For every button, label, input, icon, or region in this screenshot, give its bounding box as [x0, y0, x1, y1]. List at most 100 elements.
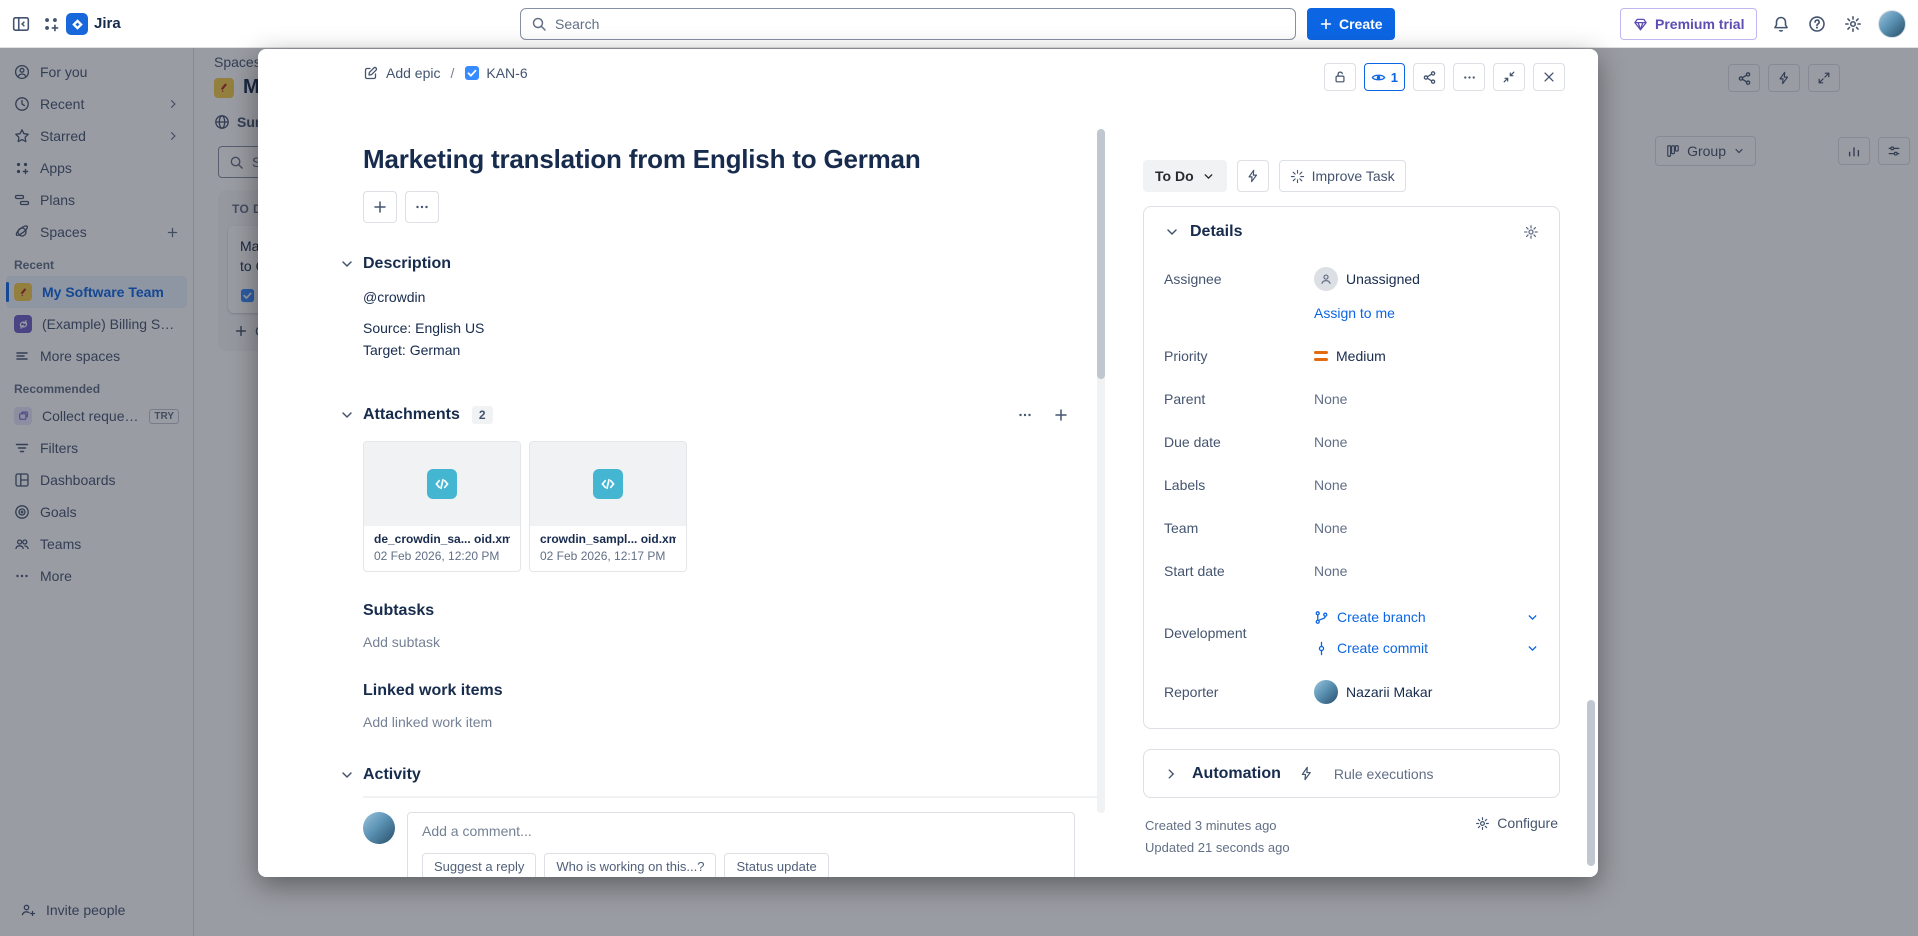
- attachment-name: de_crowdin_sa... oid.xml: [374, 532, 510, 546]
- search-placeholder: Search: [555, 16, 599, 32]
- add-subtask-button[interactable]: Add subtask: [363, 634, 1075, 650]
- description-mention[interactable]: @crowdin: [363, 289, 1075, 305]
- attachments-more-button[interactable]: [1011, 401, 1039, 429]
- watch-count: 1: [1391, 70, 1398, 85]
- attachment-card[interactable]: de_crowdin_sa... oid.xml 02 Feb 2026, 12…: [363, 441, 521, 572]
- priority-label: Priority: [1164, 348, 1314, 364]
- unassigned-avatar-icon: [1314, 267, 1338, 291]
- attachments-count: 2: [472, 406, 493, 424]
- linked-items-heading: Linked work items: [363, 682, 1075, 700]
- due-date-value[interactable]: None: [1314, 434, 1539, 450]
- attachment-card[interactable]: crowdin_sampl... oid.xml 02 Feb 2026, 12…: [529, 441, 687, 572]
- collapse-modal-button[interactable]: [1493, 63, 1525, 91]
- task-checkbox-icon: [464, 65, 480, 81]
- plus-icon: [1319, 17, 1333, 31]
- comment-editor[interactable]: Add a comment... Suggest a reply Who is …: [407, 812, 1075, 877]
- issue-modal: Add epic / KAN-6 1 Marketing translation…: [258, 49, 1598, 877]
- details-panel: Details Assignee Unassigned Assign to me…: [1143, 206, 1560, 729]
- attachment-name: crowdin_sampl... oid.xml: [540, 532, 676, 546]
- reporter-value[interactable]: Nazarii Makar: [1314, 680, 1539, 704]
- add-content-button[interactable]: [363, 191, 397, 223]
- top-navbar: Jira Search Create Premium trial: [0, 0, 1918, 48]
- eye-icon: [1371, 70, 1386, 85]
- global-search-input[interactable]: Search: [520, 8, 1296, 40]
- description-body[interactable]: Source: English US Target: German: [363, 317, 1075, 361]
- add-epic-button[interactable]: Add epic: [363, 65, 440, 81]
- development-label: Development: [1164, 625, 1314, 641]
- jira-app: Jira Search Create Premium trial For you: [0, 0, 1918, 936]
- create-commit-link[interactable]: Create commit: [1314, 640, 1539, 656]
- watchers-button[interactable]: 1: [1364, 63, 1405, 91]
- premium-trial-button[interactable]: Premium trial: [1620, 8, 1757, 40]
- chevron-right-icon[interactable]: [1164, 767, 1178, 781]
- reporter-avatar: [1314, 680, 1338, 704]
- settings-gear-icon[interactable]: [1840, 12, 1866, 36]
- status-dropdown[interactable]: To Do: [1143, 160, 1227, 192]
- create-button[interactable]: Create: [1307, 8, 1395, 40]
- create-branch-link[interactable]: Create branch: [1314, 609, 1539, 625]
- details-settings-gear-icon[interactable]: [1523, 224, 1539, 240]
- reporter-label: Reporter: [1164, 684, 1314, 700]
- lock-button[interactable]: [1324, 63, 1356, 91]
- configure-button[interactable]: Configure: [1475, 815, 1558, 831]
- edit-pencil-icon: [363, 65, 379, 81]
- labels-value[interactable]: None: [1314, 477, 1539, 493]
- close-modal-button[interactable]: [1533, 63, 1565, 91]
- help-icon[interactable]: [1804, 12, 1830, 36]
- automation-panel[interactable]: Automation Rule executions: [1143, 749, 1560, 798]
- parent-value[interactable]: None: [1314, 391, 1539, 407]
- subtasks-heading: Subtasks: [363, 602, 1075, 620]
- who-working-chip[interactable]: Who is working on this...?: [544, 853, 716, 877]
- status-update-chip[interactable]: Status update: [724, 853, 828, 877]
- chevron-down-icon[interactable]: [339, 256, 355, 272]
- activity-heading: Activity: [363, 766, 421, 784]
- jira-wordmark: Jira: [94, 15, 121, 32]
- priority-medium-icon: [1314, 351, 1328, 361]
- rule-executions-label[interactable]: Rule executions: [1334, 766, 1434, 782]
- assign-to-me-link[interactable]: Assign to me: [1314, 305, 1539, 321]
- add-linked-item-button[interactable]: Add linked work item: [363, 714, 1075, 730]
- suggest-reply-chip[interactable]: Suggest a reply: [422, 853, 536, 877]
- code-file-icon: [593, 469, 623, 499]
- comment-placeholder: Add a comment...: [422, 823, 1060, 839]
- issue-title[interactable]: Marketing translation from English to Ge…: [363, 144, 1075, 175]
- chevron-down-icon[interactable]: [1526, 642, 1539, 655]
- gear-icon: [1475, 816, 1490, 831]
- chevron-down-icon[interactable]: [1164, 224, 1180, 240]
- code-file-icon: [427, 469, 457, 499]
- automation-lightning-button[interactable]: [1237, 160, 1269, 192]
- chevron-down-icon: [1202, 170, 1215, 183]
- start-date-value[interactable]: None: [1314, 563, 1539, 579]
- search-icon: [531, 16, 547, 32]
- team-value[interactable]: None: [1314, 520, 1539, 536]
- priority-value[interactable]: Medium: [1314, 348, 1539, 364]
- branch-icon: [1314, 610, 1329, 625]
- attachment-date: 02 Feb 2026, 12:20 PM: [374, 549, 510, 563]
- more-actions-button[interactable]: [1453, 63, 1485, 91]
- right-scrollbar-thumb[interactable]: [1587, 700, 1595, 866]
- sparkle-icon: [1290, 169, 1305, 184]
- attachment-date: 02 Feb 2026, 12:17 PM: [540, 549, 676, 563]
- collapse-sidebar-icon[interactable]: [8, 12, 34, 36]
- user-avatar[interactable]: [1878, 10, 1906, 38]
- description-heading: Description: [363, 255, 451, 273]
- updated-timestamp: Updated 21 seconds ago: [1145, 837, 1290, 859]
- chevron-down-icon[interactable]: [339, 767, 355, 783]
- assignee-label: Assignee: [1164, 271, 1314, 287]
- chevron-down-icon[interactable]: [1526, 611, 1539, 624]
- labels-label: Labels: [1164, 477, 1314, 493]
- app-switcher-icon[interactable]: [38, 12, 64, 36]
- chevron-down-icon[interactable]: [339, 407, 355, 423]
- share-button[interactable]: [1413, 63, 1445, 91]
- parent-label: Parent: [1164, 391, 1314, 407]
- title-more-button[interactable]: [405, 191, 439, 223]
- jira-logo-icon[interactable]: [66, 13, 88, 35]
- commit-icon: [1314, 641, 1329, 656]
- notifications-icon[interactable]: [1768, 12, 1794, 36]
- assignee-value[interactable]: Unassigned: [1314, 267, 1539, 291]
- issue-key[interactable]: KAN-6: [464, 65, 527, 81]
- improve-task-button[interactable]: Improve Task: [1279, 160, 1406, 192]
- current-user-avatar: [363, 812, 395, 844]
- left-scrollbar-thumb[interactable]: [1097, 129, 1105, 379]
- add-attachment-button[interactable]: [1047, 401, 1075, 429]
